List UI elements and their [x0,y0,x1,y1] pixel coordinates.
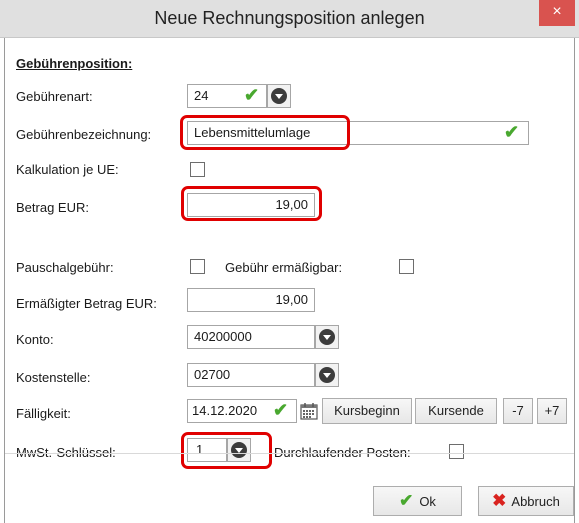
chevron-down-icon [319,367,335,383]
kursbeginn-button[interactable]: Kursbeginn [322,398,412,424]
gebuehrenart-dropdown-button[interactable] [267,84,291,108]
calendar-icon[interactable] [299,401,319,421]
faelligkeit-value: 14.12.2020 [192,403,258,418]
window-border-left [4,38,5,523]
betrag-highlight [181,186,322,221]
plus-7-days-button[interactable]: +7 [537,398,567,424]
bezeichnung-label: Gebührenbezeichnung: [16,127,152,142]
mwst-highlight [181,432,272,469]
ermaessigter-betrag-value: 19,00 [275,292,308,307]
kursende-button[interactable]: Kursende [415,398,497,424]
betrag-label: Betrag EUR: [16,200,89,215]
kostenstelle-dropdown-button[interactable] [315,363,339,387]
gebuehrenart-valid-check-icon: ✔ [244,85,260,105]
konto-value: 40200000 [194,329,252,344]
ermaessigbar-label: Gebühr ermäßigbar: [225,260,343,275]
konto-label: Konto: [16,332,54,347]
title-bar: Neue Rechnungsposition anlegen × [0,0,579,38]
gebuehrenart-value: 24 [194,88,209,103]
dialog-window: Neue Rechnungsposition anlegen × Gebühre… [0,0,579,523]
kostenstelle-value: 02700 [194,367,231,382]
bezeichnung-highlight [180,115,350,150]
konto-field[interactable]: 40200000 [187,325,315,349]
faelligkeit-valid-check-icon: ✔ [273,400,289,420]
kostenstelle-field[interactable]: 02700 [187,363,315,387]
kostenstelle-label: Kostenstelle: [16,370,91,385]
dialog-title: Neue Rechnungsposition anlegen [154,8,425,28]
gebuehrenart-label: Gebührenart: [16,89,93,104]
minus-7-days-button[interactable]: -7 [503,398,533,424]
chevron-down-icon [319,329,335,345]
ok-button[interactable]: ✔ Ok [373,486,462,516]
close-icon: ✖ [492,491,507,510]
abbruch-button-label: Abbruch [511,494,560,509]
footer-divider [5,453,574,454]
abbruch-button[interactable]: ✖ Abbruch [478,486,574,516]
ermaessigter-betrag-label: Ermäßigter Betrag EUR: [16,296,157,311]
check-icon: ✔ [399,491,414,510]
kalkulation-label: Kalkulation je UE: [16,162,119,177]
durchlaufend-checkbox[interactable] [449,444,464,459]
close-button[interactable]: × [539,0,575,26]
bezeichnung-valid-check-icon: ✔ [504,122,520,142]
konto-dropdown-button[interactable] [315,325,339,349]
pauschal-label: Pauschalgebühr: [16,260,114,275]
section-title: Gebührenposition: [16,56,133,71]
window-border-right [574,38,575,523]
ermaessigter-betrag-input[interactable]: 19,00 [187,288,315,312]
ermaessigbar-checkbox[interactable] [399,259,414,274]
chevron-down-icon [271,88,287,104]
faelligkeit-label: Fälligkeit: [16,406,71,421]
kalkulation-checkbox[interactable] [190,162,205,177]
pauschal-checkbox[interactable] [190,259,205,274]
ok-button-label: Ok [419,494,436,509]
